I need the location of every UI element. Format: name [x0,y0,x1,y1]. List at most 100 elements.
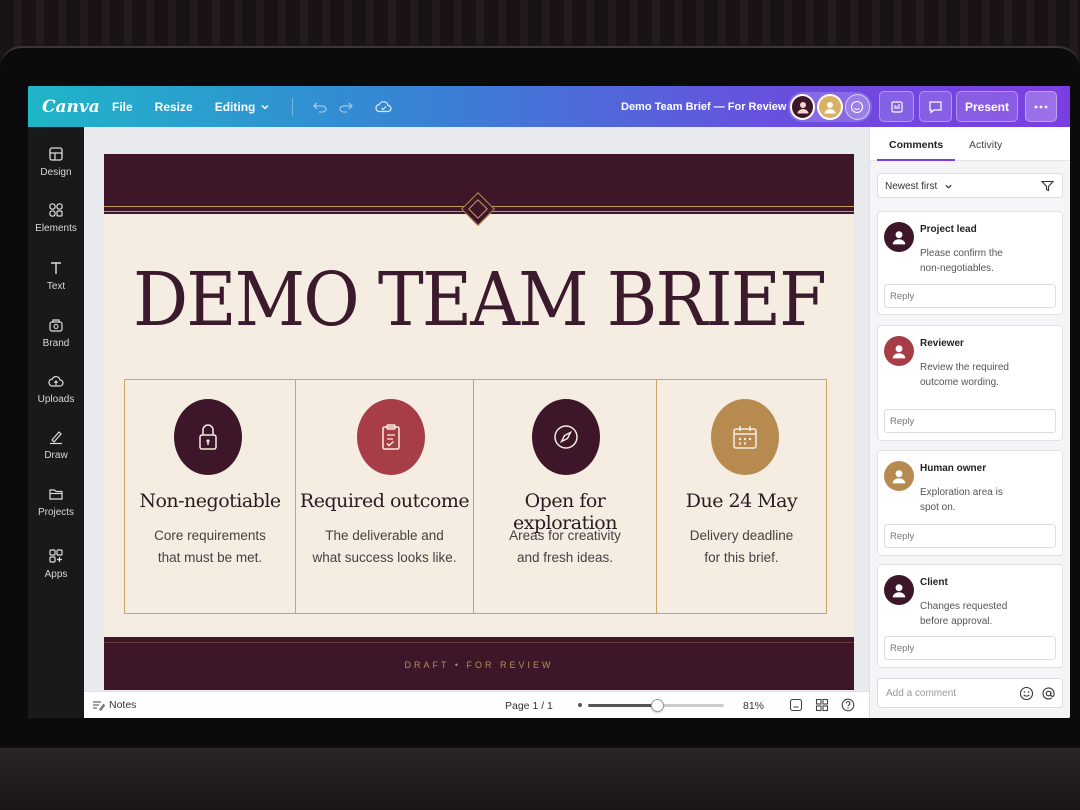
comment-card[interactable]: Reviewer Review the required outcome wor… [877,325,1063,441]
slide-footer: DRAFT • FOR REVIEW [404,660,554,670]
user-icon [892,345,906,359]
slide[interactable]: DEMO TEAM BRIEF Non-negotiable Core requ… [104,154,854,690]
chevron-down-icon [945,184,952,189]
user-icon [797,102,809,114]
rail-item-draw[interactable]: Draw [28,429,84,461]
zoom-level[interactable]: 81% [743,700,764,712]
user-icon [892,470,906,484]
card-icon-circle [174,399,242,475]
layout-icon [49,147,63,161]
card-desc-line: The deliverable and [325,528,444,543]
card-icon-circle [532,399,600,475]
card-due-date[interactable]: Due 24 May Delivery deadline for this br… [657,380,826,613]
card-open-for-exploration[interactable]: Open for exploration Areas for creativit… [474,380,657,613]
cloud-sync-icon[interactable] [375,100,392,113]
comment-card[interactable]: Project lead Please confirm the non-nego… [877,211,1063,315]
page-indicator[interactable]: Page 1 / 1 [505,700,553,712]
rail-item-design[interactable]: Design [28,146,84,178]
card-desc-line: that must be met. [157,550,263,565]
tab-activity[interactable]: Activity [969,139,1002,151]
apps-icon [49,549,63,563]
redo-icon[interactable] [339,101,354,113]
emoji-icon[interactable] [1019,686,1034,701]
comment-text: Changes requested before approval. [920,599,1055,629]
file-menu[interactable]: File [112,100,133,114]
add-comment-input[interactable]: Add a comment [877,678,1063,708]
fit-page-icon[interactable] [789,698,803,715]
rail-item-uploads[interactable]: Uploads [28,373,84,405]
brand-icon [49,319,63,332]
reply-input[interactable]: Reply [884,284,1056,308]
rail-item-projects[interactable]: Projects [28,486,84,518]
panel-tabs: Comments Activity [870,127,1070,161]
rail-item-elements[interactable]: Elements [28,202,84,234]
comment-line: Exploration area is [920,487,1003,498]
zoom-slider-fill [588,704,658,707]
zoom-slider[interactable] [588,699,724,712]
comment-author: Client [920,577,948,588]
card-description: Delivery deadline for this brief. [665,525,818,569]
zoom-slider-thumb[interactable] [651,699,665,712]
toolbar-divider [292,97,294,116]
editing-label: Editing [214,99,256,114]
undo-icon[interactable] [313,101,328,113]
rail-label: Elements [35,223,77,234]
lock-icon [199,424,217,450]
editing-menu[interactable]: Editing [215,100,271,114]
rail-label: Uploads [37,394,75,405]
avatar[interactable] [790,94,816,120]
comments-button[interactable] [919,91,952,122]
reply-input[interactable]: Reply [884,636,1056,660]
card-non-negotiable[interactable]: Non-negotiable Core requirements that mu… [125,380,296,613]
comment-author: Project lead [920,224,977,235]
filter-icon[interactable] [1041,180,1054,192]
rail-label: Projects [37,507,75,518]
reply-input[interactable]: Reply [884,409,1056,433]
grid-view-icon[interactable] [815,698,829,715]
reply-input[interactable]: Reply [884,524,1056,548]
mention-icon[interactable] [1041,686,1056,701]
zoom-dot [578,703,582,707]
present-button[interactable]: Present [956,91,1018,122]
clipboard-check-icon [382,424,400,450]
card-title: Required outcome [299,490,470,512]
rail-label: Brand [42,338,70,349]
comment-line: Please confirm the [920,248,1003,259]
rail-label: Text [46,281,66,292]
card-required-outcome[interactable]: Required outcome The deliverable and wha… [296,380,474,613]
collaborator-avatars[interactable] [788,92,872,122]
cloud-upload-icon [48,376,64,387]
card-desc-line: what success looks like. [312,550,457,565]
comment-line: before approval. [920,616,993,627]
card-desc-line: Areas for creativity [509,528,621,543]
sort-label: Newest first [885,181,938,192]
side-navigation: Design Elements Text Brand Uploads Draw … [28,127,84,718]
rail-item-text[interactable]: Text [28,260,84,292]
card-row: Non-negotiable Core requirements that mu… [124,379,827,614]
rail-item-apps[interactable]: Apps [28,548,84,580]
rail-item-brand[interactable]: Brand [28,317,84,349]
notes-button[interactable]: Notes [92,699,136,711]
comment-author: Reviewer [920,338,964,349]
card-description: The deliverable and what success looks l… [304,525,465,569]
canva-logo[interactable]: Canva [42,97,100,117]
rail-label: Draw [44,450,68,461]
comment-card[interactable]: Human owner Exploration area is spot on.… [877,450,1063,556]
card-desc-line: Delivery deadline [689,528,794,543]
sort-dropdown[interactable]: Newest first [877,173,1063,198]
help-icon[interactable] [841,698,855,715]
analytics-button[interactable] [879,91,914,122]
resize-menu[interactable]: Resize [155,100,193,114]
document-title[interactable]: Demo Team Brief — For Review [621,86,786,127]
tab-comments[interactable]: Comments [889,139,943,151]
add-collaborator-button[interactable] [844,94,871,120]
card-icon-circle [357,399,425,475]
avatar[interactable] [817,94,843,120]
comment-text: Please confirm the non-negotiables. [920,246,1055,276]
slide-headline[interactable]: DEMO TEAM BRIEF [130,257,828,343]
comment-line: non-negotiables. [920,263,994,274]
comment-author: Human owner [920,463,987,474]
comment-card[interactable]: Client Changes requested before approval… [877,564,1063,668]
more-button[interactable] [1025,91,1057,122]
comment-icon [929,100,942,114]
